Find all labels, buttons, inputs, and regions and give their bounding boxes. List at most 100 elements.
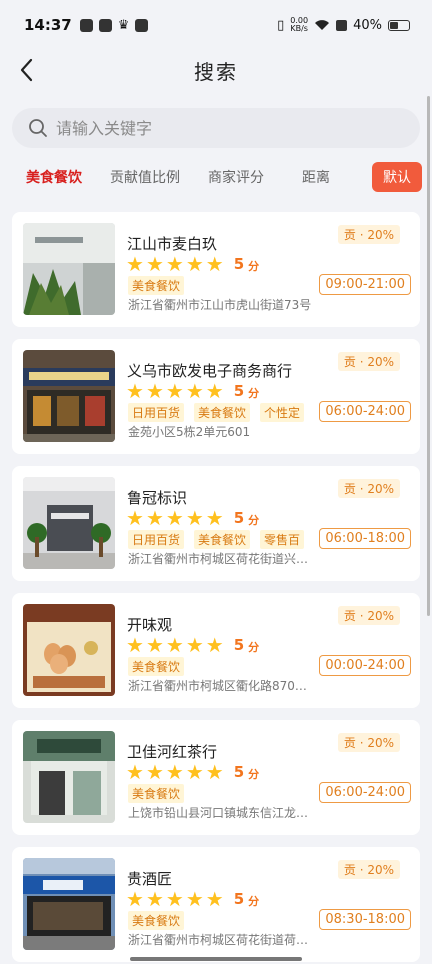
star-icon: ★ [165,633,184,657]
star-icon: ★ [145,506,164,530]
star-icon: ★ [185,760,204,784]
merchant-address: 浙江省衢州市柯城区荷花街道兴… [128,552,309,566]
merchant-address: 浙江省衢州市柯城区荷花街道荷… [128,933,309,947]
search-input[interactable] [56,118,356,138]
crown-icon: ♛ [117,17,130,33]
filter-tabs: 美食餐饮 贡献值比例 商家评分 距离 默认 [0,162,432,192]
business-hours: 06:00-18:00 [319,528,411,549]
merchant-name: 义乌市欧发电子商务商行 [127,362,293,380]
rating-stars: ★ ★ ★ ★ ★ 5 分 [126,887,259,911]
rating-stars: ★ ★ ★ ★ ★ 5 分 [126,760,259,784]
star-icon: ★ [126,633,144,657]
status-bar: 14:37 ♛ ▯ 0.00 KB/s 40% [0,0,432,50]
signal-off-icon [336,19,348,31]
battery-percent: 40% [353,17,382,33]
category-tag: 美食餐饮 [128,784,185,803]
star-icon: ★ [205,760,224,784]
star-icon: ★ [165,506,184,530]
tab-category[interactable]: 美食餐饮 [26,167,82,187]
mail-notification-icon [98,18,112,32]
star-icon: ★ [185,633,204,657]
business-hours: 00:00-24:00 [319,655,411,676]
rating-unit: 分 [248,513,260,527]
app-notification-icon [79,18,93,32]
rating-score: 5 [233,382,245,400]
business-hours: 06:00-24:00 [319,401,411,422]
merchant-card[interactable]: 江山市麦白玖 ★ ★ ★ ★ ★ 5 分美食餐饮 浙江省衢州市江山市虎山街道73号贡 · 20%… [12,212,420,327]
star-icon: ★ [205,887,224,911]
category-tag: 美食餐饮 [128,657,185,676]
rating-score: 5 [233,890,245,908]
tab-contribution-ratio[interactable]: 贡献值比例 [110,167,180,187]
merchant-name: 开味观 [127,616,173,634]
category-tags: 日用百货 美食餐饮 个性定 [128,403,314,422]
rating-score: 5 [233,636,245,654]
category-tag: 美食餐饮 [194,530,251,549]
rating-unit: 分 [248,259,260,273]
rating-stars: ★ ★ ★ ★ ★ 5 分 [126,506,259,530]
home-indicator[interactable] [130,957,302,961]
category-tags: 美食餐饮 [128,276,194,295]
merchant-name: 贵酒匠 [127,870,173,888]
rating-score: 5 [233,763,245,781]
header: 搜索 [0,50,432,90]
star-icon: ★ [205,633,224,657]
category-tags: 日用百货 美食餐饮 零售百 [128,530,314,549]
back-button[interactable] [14,54,44,86]
contribution-badge: 贡 · 20% [337,479,400,498]
star-icon: ★ [126,379,144,403]
star-icon: ★ [145,379,164,403]
star-icon: ★ [165,379,184,403]
merchant-card[interactable]: 开味观 ★ ★ ★ ★ ★ 5 分美食餐饮 浙江省衢州市柯城区衢化路870… 贡 · 20% 00:… [12,593,420,708]
category-tags: 美食餐饮 [128,784,194,803]
sort-default-button[interactable]: 默认 [372,162,422,192]
star-icon: ★ [205,379,224,403]
category-tag: 日用百货 [128,403,185,422]
rating-score: 5 [233,255,245,273]
star-icon: ★ [145,887,164,911]
merchant-card[interactable]: 鲁冠标识 ★ ★ ★ ★ ★ 5 分日用百货 美食餐饮 零售百 浙江省衢州市柯城区荷花街道兴… 贡 ·… [12,466,420,581]
merchant-address: 浙江省衢州市柯城区衢化路870… [128,679,307,693]
business-hours: 06:00-24:00 [319,782,411,803]
net-speed-unit: KB/s [290,24,308,33]
star-icon: ★ [126,252,144,276]
contribution-badge: 贡 · 20% [337,352,400,371]
star-icon: ★ [126,760,144,784]
star-icon: ★ [126,506,144,530]
rating-score: 5 [233,509,245,527]
merchant-thumbnail [23,223,115,315]
scrollbar[interactable] [427,96,430,616]
category-tag: 日用百货 [128,530,185,549]
star-icon: ★ [185,379,204,403]
category-tag: 零售百 [260,530,305,549]
merchant-card[interactable]: 贵酒匠 ★ ★ ★ ★ ★ 5 分美食餐饮 浙江省衢州市柯城区荷花街道荷… 贡 · 20% 08:3… [12,847,420,962]
merchant-address: 上饶市铅山县河口镇城东信江龙… [128,806,309,820]
contribution-badge: 贡 · 20% [337,733,400,752]
star-icon: ★ [165,252,184,276]
contribution-badge: 贡 · 20% [337,606,400,625]
merchant-card[interactable]: 义乌市欧发电子商务商行 ★ ★ ★ ★ ★ 5 分日用百货 美食餐饮 个性定 金苑小区5栋2单元60… [12,339,420,454]
star-icon: ★ [165,887,184,911]
merchant-card[interactable]: 卫佳河红茶行 ★ ★ ★ ★ ★ 5 分美食餐饮 上饶市铅山县河口镇城东信江龙… 贡 · 20% 0… [12,720,420,835]
search-bar[interactable] [12,108,420,148]
merchant-address: 金苑小区5栋2单元601 [128,425,251,439]
merchant-name: 江山市麦白玖 [127,235,218,253]
merchant-name: 鲁冠标识 [127,489,188,507]
battery-icon [388,19,410,31]
tab-merchant-rating[interactable]: 商家评分 [208,167,264,187]
tab-distance[interactable]: 距离 [302,167,330,187]
rating-unit: 分 [248,386,260,400]
vibrate-icon: ▯ [277,17,285,33]
rating-stars: ★ ★ ★ ★ ★ 5 分 [126,633,259,657]
star-icon: ★ [126,887,144,911]
star-icon: ★ [185,252,204,276]
star-icon: ★ [185,887,204,911]
merchant-name: 卫佳河红茶行 [127,743,218,761]
category-tag: 美食餐饮 [194,403,251,422]
merchant-thumbnail [23,858,115,950]
page-title: 搜索 [194,59,238,84]
merchant-thumbnail [23,604,115,696]
star-icon: ★ [185,506,204,530]
contribution-badge: 贡 · 20% [337,225,400,244]
merchant-list: 江山市麦白玖 ★ ★ ★ ★ ★ 5 分美食餐饮 浙江省衢州市江山市虎山街道73号贡 · 20%… [12,212,420,964]
